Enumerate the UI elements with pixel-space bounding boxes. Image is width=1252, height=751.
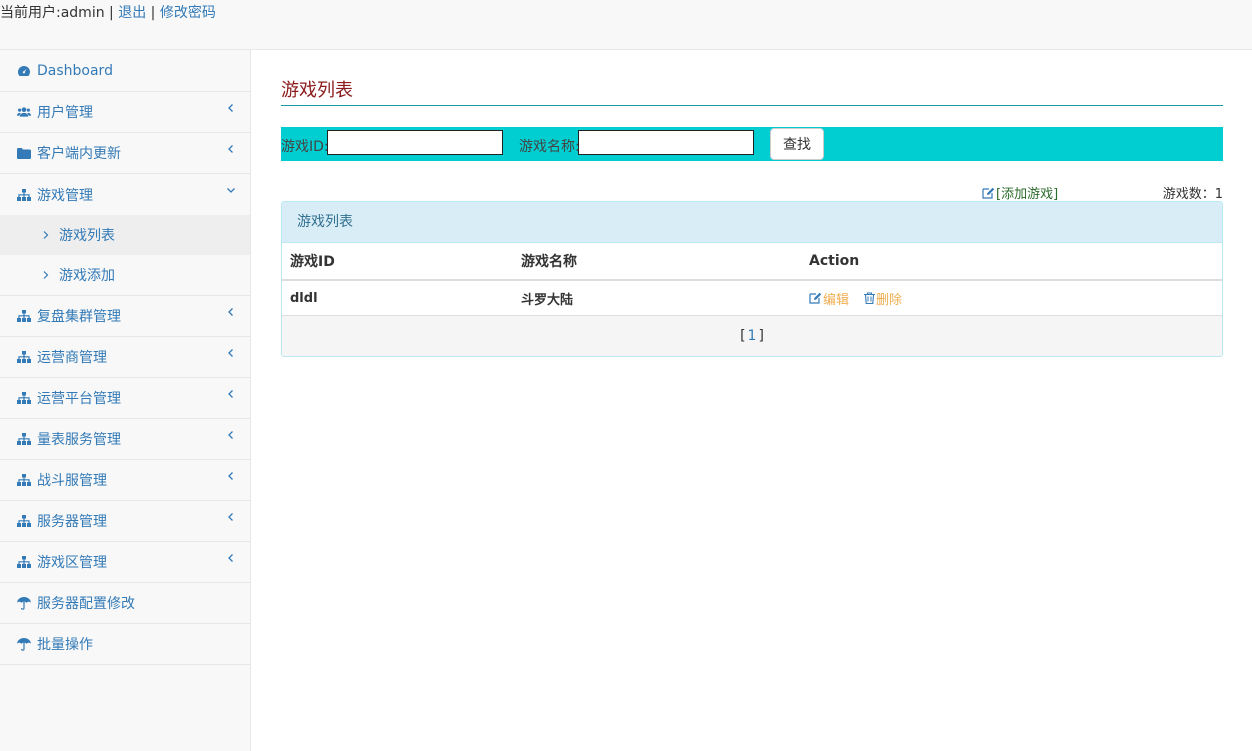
sidebar-item-battle-server[interactable]: 战斗服管理 xyxy=(0,460,250,501)
sitemap-icon xyxy=(17,350,31,364)
sidebar-item-label: 游戏区管理 xyxy=(37,555,107,571)
sidebar-item-operating-platform[interactable]: 运营平台管理 xyxy=(0,378,250,419)
game-id-label: 游戏ID: xyxy=(281,139,329,155)
dashboard-icon xyxy=(17,64,31,78)
logout-link[interactable]: 退出 xyxy=(118,5,146,21)
game-name-label: 游戏名称: xyxy=(519,139,580,155)
sidebar-item-replay-cluster[interactable]: 复盘集群管理 xyxy=(0,296,250,337)
page-title: 游戏列表 xyxy=(281,80,1223,106)
sidebar-item-label: 战斗服管理 xyxy=(37,473,107,489)
table-header: 游戏ID 游戏名称 Action xyxy=(282,243,1222,281)
sitemap-icon xyxy=(17,391,31,405)
edit-icon xyxy=(982,187,995,199)
sidebar-item-label: Dashboard xyxy=(37,62,113,79)
sidebar-item-client-update[interactable]: 客户端内更新 xyxy=(0,133,250,174)
current-user-label: 当前用户:admin xyxy=(0,5,105,21)
folder-icon xyxy=(17,146,31,160)
sidebar-item-label: 服务器管理 xyxy=(37,514,107,530)
pager-bracket-open: [ xyxy=(740,328,746,344)
chevron-down-icon xyxy=(227,188,235,193)
sitemap-icon xyxy=(17,188,31,202)
column-header-game-name: 游戏名称 xyxy=(521,254,577,270)
sidebar-item-label: 游戏管理 xyxy=(37,187,93,204)
sidebar-item-label: 量表服务管理 xyxy=(37,432,121,448)
column-header-game-id: 游戏ID xyxy=(290,254,335,270)
sidebar-item-batch-operation[interactable]: 批量操作 xyxy=(0,624,250,665)
sidebar-item-label: 批量操作 xyxy=(37,637,93,653)
add-game-label: [添加游戏] xyxy=(996,187,1059,202)
sidebar-item-label: 复盘集群管理 xyxy=(37,309,121,325)
cell-actions: 编辑 删除 xyxy=(809,281,902,315)
chevron-left-icon xyxy=(228,472,233,480)
sidebar-item-scale-service[interactable]: 量表服务管理 xyxy=(0,419,250,460)
trash-icon xyxy=(864,292,876,304)
sidebar-subitem-label: 游戏添加 xyxy=(59,268,115,284)
sidebar-subitem-game-list[interactable]: 游戏列表 xyxy=(0,215,250,255)
edit-label: 编辑 xyxy=(823,292,850,308)
chevron-left-icon xyxy=(228,513,233,521)
cell-game-name: 斗罗大陆 xyxy=(521,292,574,308)
sidebar-item-label: 运营商管理 xyxy=(37,350,107,366)
separator: | xyxy=(104,5,119,21)
user-info: 当前用户:admin | 退出 | 修改密码 xyxy=(0,2,216,22)
umbrella-icon xyxy=(17,596,31,610)
cell-game-id: dldl xyxy=(290,290,318,306)
chevron-left-icon xyxy=(228,431,233,439)
game-count: 游戏数：1 xyxy=(1162,187,1223,202)
sidebar-subitem-game-add[interactable]: 游戏添加 xyxy=(0,255,250,295)
delete-label: 删除 xyxy=(876,292,903,308)
edit-icon xyxy=(809,292,822,304)
sidebar-item-game-zone[interactable]: 游戏区管理 xyxy=(0,542,250,583)
chevron-left-icon xyxy=(228,349,233,357)
sitemap-icon xyxy=(17,473,31,487)
sidebar-item-label: 运营平台管理 xyxy=(37,391,121,407)
column-header-action: Action xyxy=(809,253,860,269)
chevron-left-icon xyxy=(228,104,233,112)
page-link-1[interactable]: 1 xyxy=(748,328,757,344)
chevron-right-icon xyxy=(43,271,49,279)
sidebar-item-server-management[interactable]: 服务器管理 xyxy=(0,501,250,542)
sidebar-item-label: 服务器配置修改 xyxy=(37,596,135,612)
game-id-input[interactable] xyxy=(327,130,503,155)
top-bar: 当前用户:admin | 退出 | 修改密码 xyxy=(0,0,1252,50)
users-icon xyxy=(17,105,31,119)
search-button[interactable]: 查找 xyxy=(770,128,824,160)
chevron-left-icon xyxy=(228,308,233,316)
game-name-input[interactable] xyxy=(578,130,754,155)
edit-button[interactable]: 编辑 xyxy=(809,289,849,308)
sidebar-item-dashboard[interactable]: Dashboard xyxy=(0,50,250,92)
sidebar-item-label: 客户端内更新 xyxy=(37,146,121,162)
sidebar-item-users[interactable]: 用户管理 xyxy=(0,92,250,133)
sidebar-item-game-management[interactable]: 游戏管理 xyxy=(0,174,250,215)
sidebar-item-label: 用户管理 xyxy=(37,105,93,121)
pager-bracket-close: ] xyxy=(758,328,764,344)
game-management-submenu: 游戏列表 游戏添加 xyxy=(0,215,250,296)
sidebar-subitem-label: 游戏列表 xyxy=(59,228,115,244)
chevron-right-icon xyxy=(43,231,49,239)
sidebar-item-operator[interactable]: 运营商管理 xyxy=(0,337,250,378)
sitemap-icon xyxy=(17,309,31,323)
sitemap-icon xyxy=(17,555,31,569)
pagination: [1 ] xyxy=(282,316,1222,356)
sidebar: Dashboard 用户管理 客户端内更新 游戏管理 游戏列表 游戏添加 复盘集… xyxy=(0,50,251,751)
add-game-link[interactable]: [添加游戏] xyxy=(982,183,1058,202)
game-list-panel: 游戏列表 游戏ID 游戏名称 Action dldl 斗罗大陆 编辑 删除 [1… xyxy=(281,201,1223,357)
search-bar: 游戏ID: 游戏名称: 查找 xyxy=(281,127,1223,161)
chevron-left-icon xyxy=(228,554,233,562)
umbrella-icon xyxy=(17,637,31,651)
panel-title: 游戏列表 xyxy=(282,202,1222,243)
sitemap-icon xyxy=(17,432,31,446)
delete-button[interactable]: 删除 xyxy=(864,289,902,308)
chevron-left-icon xyxy=(228,390,233,398)
table-row: dldl 斗罗大陆 编辑 删除 xyxy=(282,281,1222,316)
change-password-link[interactable]: 修改密码 xyxy=(160,5,216,21)
sitemap-icon xyxy=(17,514,31,528)
separator: | xyxy=(146,5,160,21)
sidebar-item-server-config[interactable]: 服务器配置修改 xyxy=(0,583,250,624)
chevron-left-icon xyxy=(228,145,233,153)
